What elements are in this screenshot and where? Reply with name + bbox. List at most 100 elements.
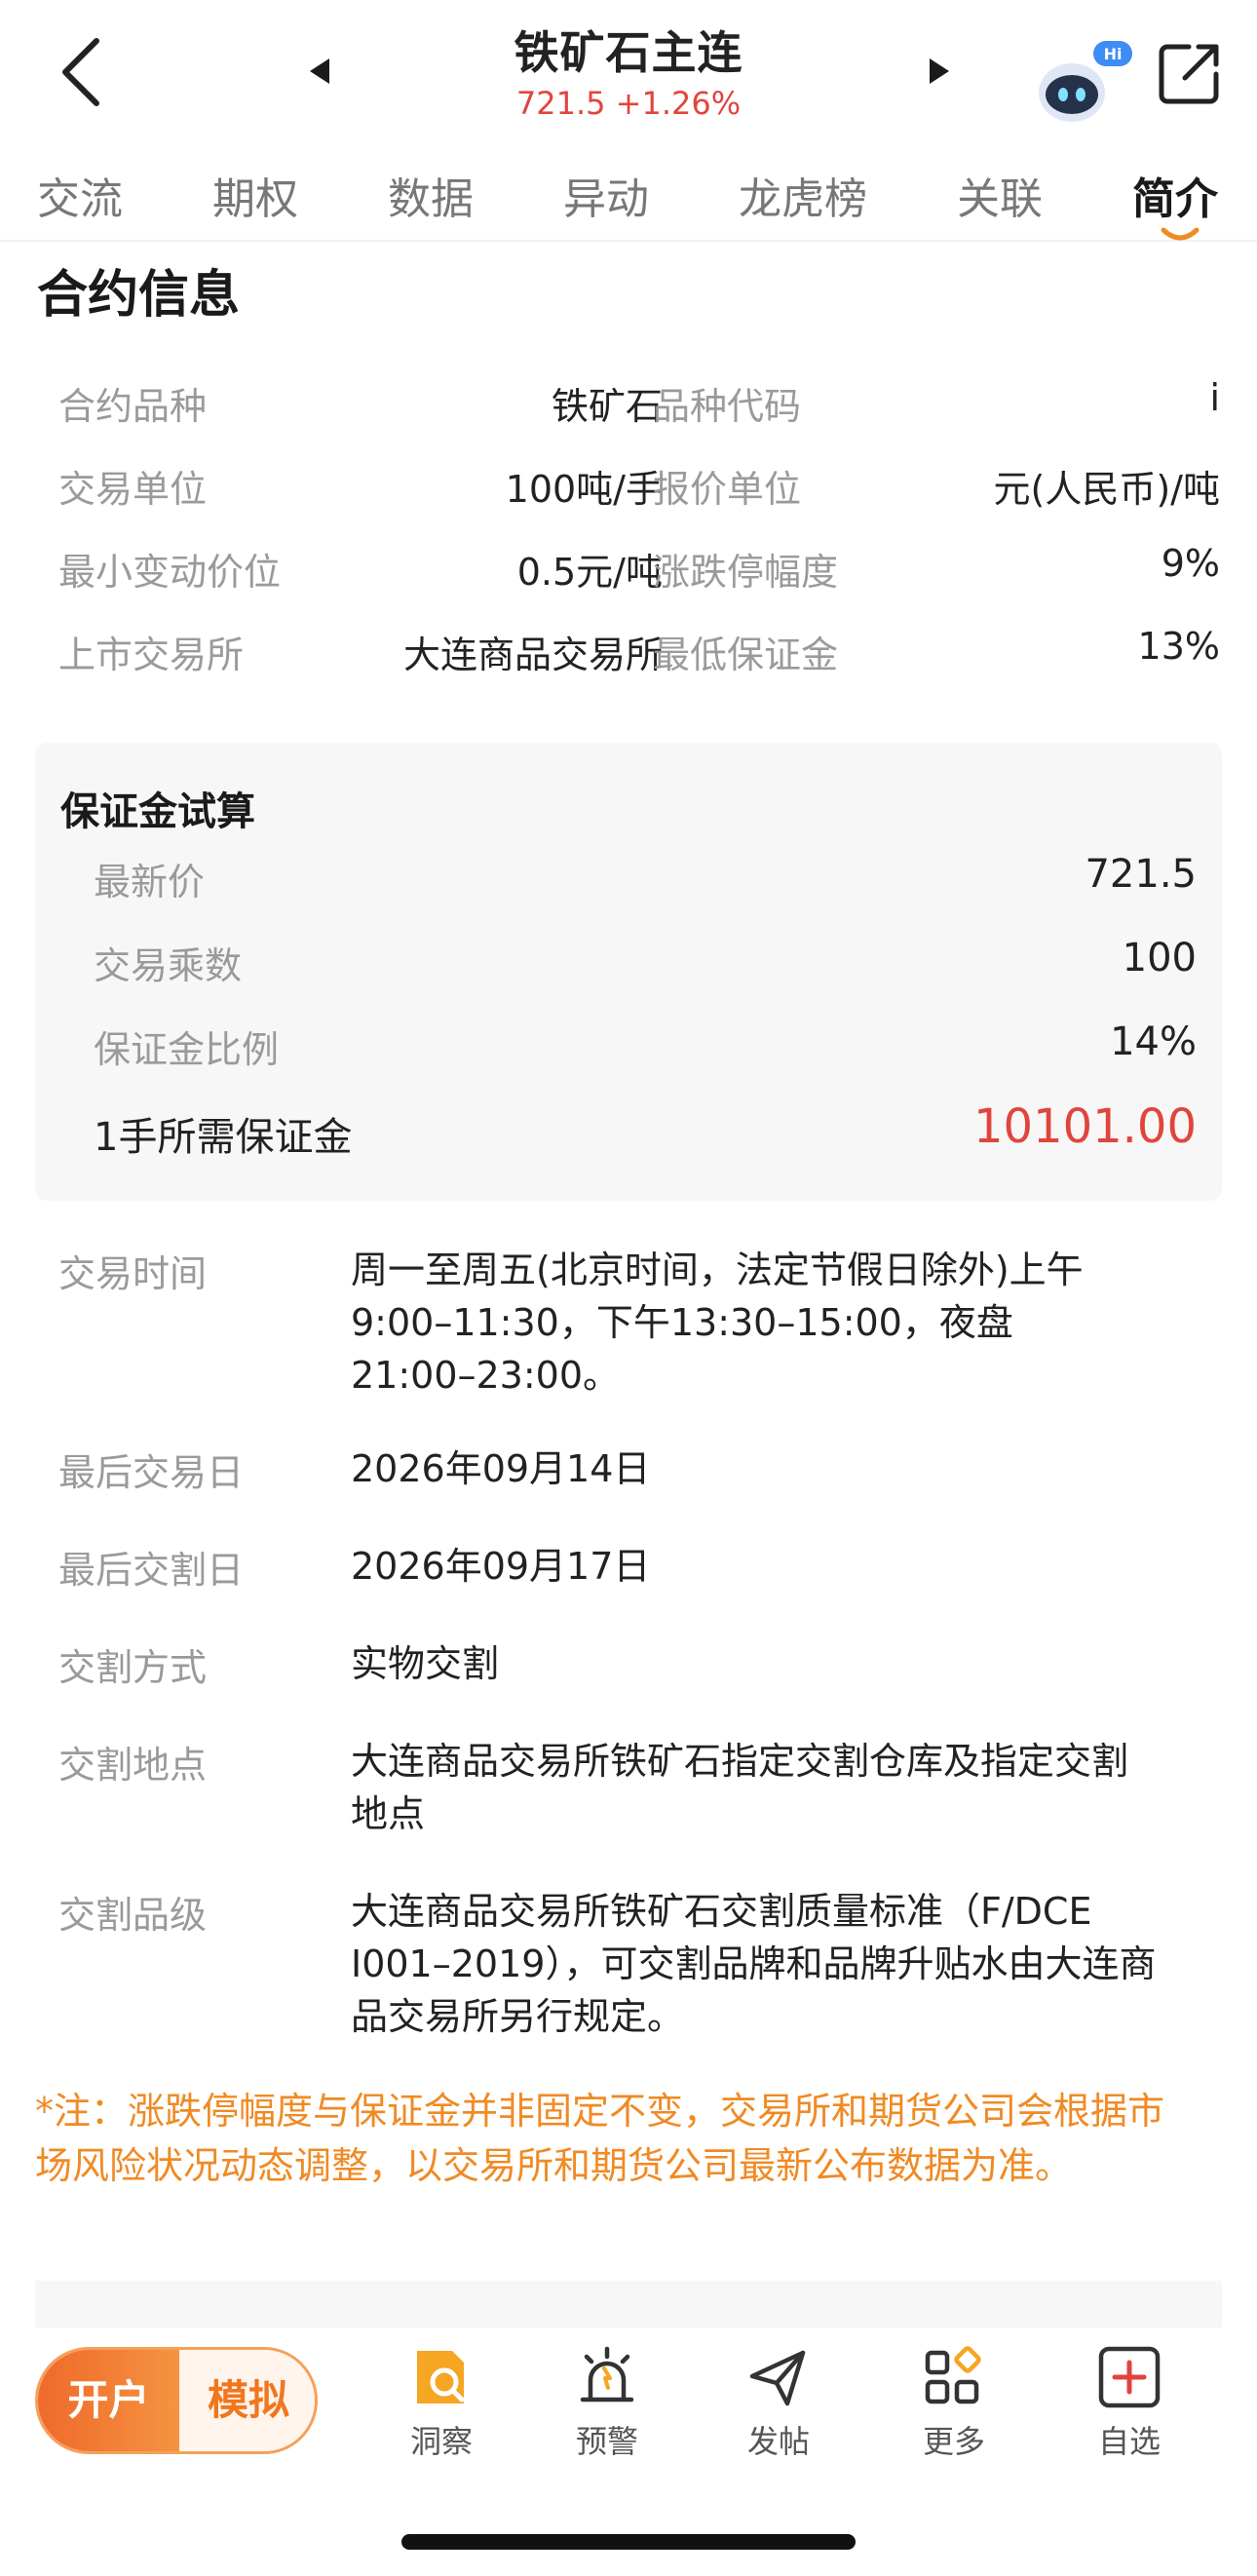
detail-delivery-location: 交割地点 大连商品交易所铁矿石指定交割仓库及指定交割 地点 bbox=[58, 1735, 1179, 1840]
home-indicator[interactable] bbox=[401, 2534, 856, 2550]
detail-label: 最后交割日 bbox=[58, 1549, 245, 1592]
toolbar-label: 自选 bbox=[1097, 2423, 1161, 2460]
info-value: 100吨/手 bbox=[505, 468, 663, 511]
info-label: 涨跌停幅度 bbox=[653, 551, 839, 594]
detail-label: 交割方式 bbox=[58, 1646, 208, 1689]
tab-options[interactable]: 期权 bbox=[212, 164, 298, 226]
detail-line: 2026年09月17日 bbox=[351, 1545, 651, 1588]
detail-label: 交割品级 bbox=[58, 1894, 208, 1937]
detail-value: 大连商品交易所铁矿石指定交割仓库及指定交割 地点 bbox=[351, 1735, 1179, 1840]
tab-profile[interactable]: 简介 bbox=[1132, 164, 1218, 226]
detail-delivery-method: 交割方式 实物交割 bbox=[58, 1637, 1179, 1690]
back-arrow-icon[interactable] bbox=[54, 33, 112, 111]
detail-line: 实物交割 bbox=[351, 1642, 500, 1685]
alarm-light-icon bbox=[580, 2346, 634, 2403]
detail-label: 交割地点 bbox=[58, 1744, 208, 1787]
info-value: 9% bbox=[1161, 542, 1220, 585]
info-label: 最小变动价位 bbox=[58, 551, 282, 594]
detail-line: 大连商品交易所铁矿石指定交割仓库及指定交割 bbox=[351, 1740, 1129, 1783]
share-icon[interactable] bbox=[1156, 39, 1224, 107]
prev-contract-icon[interactable] bbox=[306, 57, 335, 86]
disclaimer-note: *注：涨跌停幅度与保证金并非固定不变，交易所和期货公司会根据市 场风险状况动态调… bbox=[35, 2084, 1204, 2193]
note-line: 场风险状况动态调整，以交易所和期货公司最新公布数据为准。 bbox=[35, 2144, 1073, 2187]
toolbar-insight[interactable]: 洞察 bbox=[388, 2343, 495, 2462]
tab-related[interactable]: 关联 bbox=[957, 164, 1043, 226]
toolbar-label: 预警 bbox=[575, 2423, 638, 2460]
top-header: 铁矿石主连 721.5 +1.26% Hi bbox=[0, 0, 1257, 146]
paper-plane-icon bbox=[749, 2350, 806, 2406]
info-row: 上市交易所 大连商品交易所 最低保证金 13% bbox=[58, 615, 1220, 698]
tab-bar: 交流 期权 数据 异动 龙虎榜 关联 简介 bbox=[0, 146, 1257, 242]
toolbar-more[interactable]: 更多 bbox=[900, 2343, 1008, 2462]
active-tab-indicator bbox=[1161, 227, 1200, 241]
tab-exchange[interactable]: 交流 bbox=[37, 164, 123, 226]
robot-badge: Hi bbox=[1104, 45, 1123, 63]
detail-label: 最后交易日 bbox=[58, 1451, 245, 1494]
next-contract-icon[interactable] bbox=[924, 57, 953, 86]
section-title-contract-info: 合约信息 bbox=[37, 266, 241, 325]
calc-row-margin-ratio: 保证金比例 14% bbox=[94, 1019, 1197, 1078]
toolbar-label: 发帖 bbox=[746, 2423, 810, 2460]
calc-row-total-margin: 1手所需保证金 10101.00 bbox=[94, 1099, 1197, 1164]
detail-value: 2026年09月17日 bbox=[351, 1540, 1179, 1593]
toolbar-post[interactable]: 发帖 bbox=[725, 2343, 832, 2462]
info-value: 0.5元/吨 bbox=[516, 551, 663, 594]
next-section-band bbox=[35, 2281, 1222, 2327]
title-block: 铁矿石主连 721.5 +1.26% bbox=[390, 23, 867, 123]
tab-leaderboard[interactable]: 龙虎榜 bbox=[739, 164, 867, 226]
info-label: 合约品种 bbox=[58, 385, 208, 428]
account-pill: 开户 模拟 bbox=[35, 2347, 318, 2454]
insight-icon bbox=[417, 2351, 465, 2403]
toolbar-alert[interactable]: 预警 bbox=[553, 2343, 661, 2462]
info-label: 上市交易所 bbox=[58, 634, 245, 676]
info-value: 13% bbox=[1137, 625, 1220, 668]
toolbar-label: 更多 bbox=[922, 2423, 985, 2460]
margin-calculator-title: 保证金试算 bbox=[60, 789, 255, 834]
trading-details: 交易时间 周一至周五(北京时间，法定节假日除外)上午 9:00–11:30，下午… bbox=[58, 1244, 1179, 2043]
calc-value: 14% bbox=[1110, 1019, 1197, 1064]
tab-anomalies[interactable]: 异动 bbox=[563, 164, 649, 226]
detail-last-delivery-day: 最后交割日 2026年09月17日 bbox=[58, 1540, 1179, 1593]
detail-value: 周一至周五(北京时间，法定节假日除外)上午 9:00–11:30，下午13:30… bbox=[351, 1244, 1179, 1402]
calc-value: 721.5 bbox=[1085, 852, 1197, 897]
calc-label: 最新价 bbox=[94, 861, 206, 904]
calc-label: 交易乘数 bbox=[94, 944, 243, 987]
tab-data[interactable]: 数据 bbox=[388, 164, 474, 226]
total-margin-label: 1手所需保证金 bbox=[94, 1115, 353, 1160]
info-value: 大连商品交易所 bbox=[402, 634, 663, 676]
add-watchlist-icon bbox=[1098, 2346, 1161, 2408]
detail-line: 9:00–11:30，下午13:30–15:00，夜盘 bbox=[351, 1301, 1013, 1344]
info-value: i bbox=[1209, 376, 1220, 419]
detail-trading-hours: 交易时间 周一至周五(北京时间，法定节假日除外)上午 9:00–11:30，下午… bbox=[58, 1244, 1179, 1402]
info-row: 最小变动价位 0.5元/吨 涨跌停幅度 9% bbox=[58, 532, 1220, 615]
info-label: 品种代码 bbox=[653, 385, 802, 428]
simulate-trading-button[interactable]: 模拟 bbox=[179, 2350, 315, 2451]
calc-value: 100 bbox=[1122, 936, 1197, 980]
detail-line: I001–2019），可交割品牌和品牌升贴水由大连商 bbox=[351, 1942, 1157, 1985]
detail-value: 实物交割 bbox=[351, 1637, 1179, 1690]
ai-assistant-robot-icon[interactable]: Hi bbox=[1027, 39, 1134, 127]
toolbar-watchlist[interactable]: 自选 bbox=[1076, 2343, 1183, 2462]
detail-line: 2026年09月14日 bbox=[351, 1447, 651, 1490]
detail-line: 大连商品交易所铁矿石交割质量标准（F/DCE bbox=[351, 1890, 1092, 1933]
info-label: 交易单位 bbox=[58, 468, 208, 511]
calc-row-multiplier: 交易乘数 100 bbox=[94, 936, 1197, 994]
detail-value: 2026年09月14日 bbox=[351, 1442, 1179, 1495]
grid-more-icon bbox=[925, 2346, 981, 2404]
detail-line: 21:00–23:00。 bbox=[351, 1354, 621, 1397]
margin-calculator-card: 保证金试算 最新价 721.5 交易乘数 100 保证金比例 14% 1手所需保… bbox=[35, 743, 1222, 1201]
detail-last-trading-day: 最后交易日 2026年09月14日 bbox=[58, 1442, 1179, 1495]
price-change: 721.5 +1.26% bbox=[515, 85, 742, 122]
info-label: 报价单位 bbox=[653, 468, 802, 511]
detail-label: 交易时间 bbox=[58, 1252, 208, 1295]
calc-label: 保证金比例 bbox=[94, 1028, 280, 1071]
total-margin-value: 10101.00 bbox=[972, 1099, 1197, 1154]
detail-value: 大连商品交易所铁矿石交割质量标准（F/DCE I001–2019），可交割品牌和… bbox=[351, 1885, 1179, 2043]
detail-line: 品交易所另行规定。 bbox=[351, 1995, 685, 2038]
detail-line: 地点 bbox=[351, 1792, 426, 1835]
detail-line: 周一至周五(北京时间，法定节假日除外)上午 bbox=[351, 1249, 1084, 1291]
calc-row-latest-price: 最新价 721.5 bbox=[94, 852, 1197, 910]
info-value: 铁矿石 bbox=[551, 385, 663, 428]
open-account-button[interactable]: 开户 bbox=[38, 2350, 179, 2451]
info-row: 交易单位 100吨/手 报价单位 元(人民币)/吨 bbox=[58, 449, 1220, 532]
